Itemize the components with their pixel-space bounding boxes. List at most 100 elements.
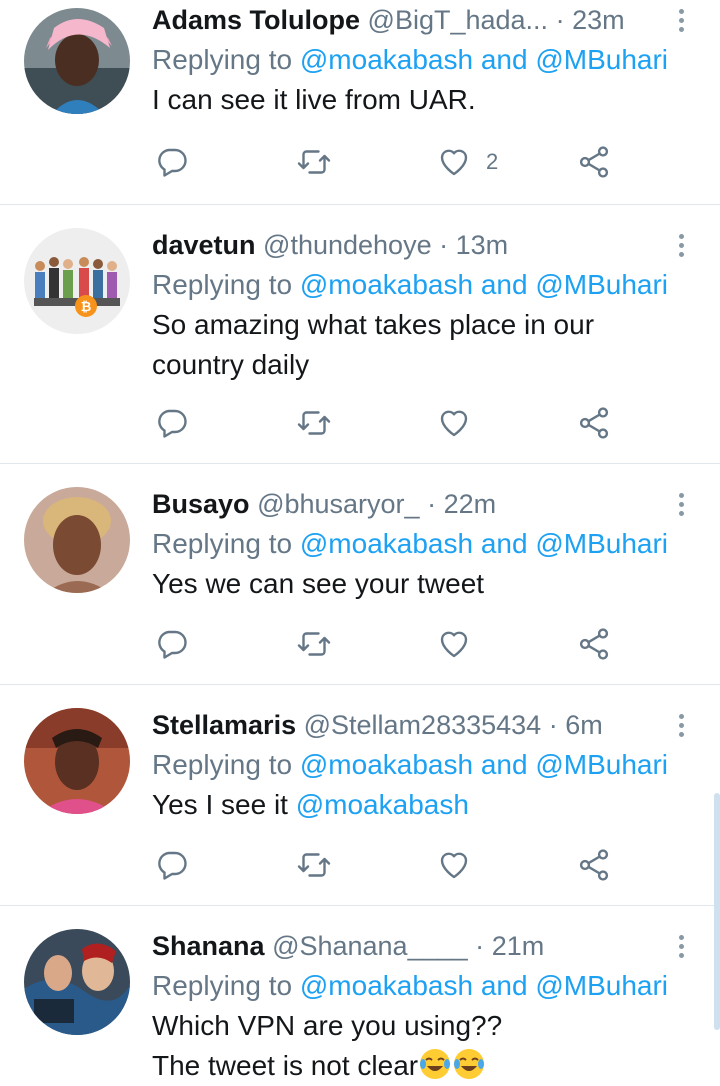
share-button[interactable] [576,403,612,443]
mention-conjunction[interactable]: and [481,970,528,1001]
tweet-card[interactable]: Shanana @Shanana____ · 21m Replying to @… [0,906,720,1086]
replying-prefix: Replying to [152,528,293,559]
tweet-header: Shanana @Shanana____ · 21m [152,926,700,966]
share-button[interactable] [576,624,612,664]
mention-link[interactable]: @MBuhari [535,528,668,559]
display-name[interactable]: Adams Tolulope [152,5,360,35]
reply-button[interactable] [154,624,190,664]
tweet-text-line: Yes we can see your tweet [152,568,485,599]
mention-link[interactable]: @moakabash [300,970,473,1001]
user-handle[interactable]: @Shanana____ [272,931,468,961]
retweet-button[interactable] [296,845,332,885]
reply-button[interactable] [154,403,190,443]
mention-link[interactable]: @moakabash [296,789,469,820]
retweet-button[interactable] [296,624,332,664]
separator-dot: · [555,5,565,35]
reply-button[interactable] [154,142,190,182]
svg-text:₿: ₿ [81,300,92,315]
more-vertical-icon[interactable] [676,714,686,741]
reply-icon [158,851,187,880]
replying-prefix: Replying to [152,44,293,75]
mention-link[interactable]: @MBuhari [535,970,668,1001]
heart-icon [440,852,468,879]
scrollbar[interactable] [714,793,720,1030]
action-bar: 2 [152,142,632,182]
tweet-card[interactable]: Busayo @bhusaryor_ · 22m Replying to @mo… [0,464,720,685]
avatar-photo-icon [24,8,130,114]
display-name[interactable]: davetun [152,230,256,260]
user-handle[interactable]: @Stellam28335434 [304,710,542,740]
mention-conjunction[interactable]: and [481,749,528,780]
like-button[interactable]: 2 [436,142,498,182]
tweet-text: Yes I see it @moakabash [152,785,700,825]
avatar[interactable] [24,929,130,1035]
mention-link[interactable]: @MBuhari [535,269,668,300]
heart-icon [440,149,468,176]
avatar-photo-icon [24,708,130,814]
tweet-text-line: Which VPN are you using?? [152,1010,503,1041]
heart-icon [440,410,468,437]
user-handle[interactable]: @bhusaryor_ [257,489,420,519]
timestamp[interactable]: 22m [444,489,497,519]
action-bar [152,624,632,664]
reply-button[interactable] [154,845,190,885]
more-vertical-icon[interactable] [676,935,686,962]
more-vertical-icon[interactable] [676,493,686,520]
user-handle[interactable]: @BigT_hada... [368,5,549,35]
mention-conjunction[interactable]: and [481,269,528,300]
mention-link[interactable]: @moakabash [300,528,473,559]
tweet-card[interactable]: Stellamaris @Stellam28335434 · 6m Replyi… [0,685,720,906]
share-icon [579,146,609,178]
mention-link[interactable]: @MBuhari [535,749,668,780]
mention-conjunction[interactable]: and [481,44,528,75]
retweet-icon [297,411,331,435]
replying-to: Replying to @moakabash and @MBuhari [152,265,700,305]
like-button[interactable] [436,845,472,885]
tweet-card[interactable]: ₿ davetun @thundehoye · 13m Replying to … [0,205,720,464]
avatar[interactable] [24,487,130,593]
mention-link[interactable]: @moakabash [300,44,473,75]
user-handle[interactable]: @thundehoye [263,230,432,260]
display-name[interactable]: Busayo [152,489,250,519]
retweet-button[interactable] [296,142,332,182]
mention-link[interactable]: @moakabash [300,749,473,780]
share-button[interactable] [576,845,612,885]
more-vertical-icon[interactable] [676,9,686,36]
display-name[interactable]: Stellamaris [152,710,296,740]
share-button[interactable] [576,142,612,182]
timestamp[interactable]: 23m [572,5,625,35]
retweet-button[interactable] [296,403,332,443]
reply-icon [158,630,187,659]
retweet-icon [297,632,331,656]
mention-link[interactable]: @moakabash [300,269,473,300]
timestamp[interactable]: 6m [565,710,603,740]
like-button[interactable] [436,403,472,443]
like-button[interactable] [436,624,472,664]
retweet-icon [297,150,331,174]
display-name[interactable]: Shanana [152,931,265,961]
tweet-card[interactable]: Adams Tolulope @BigT_hada... · 23m Reply… [0,0,720,205]
avatar-people-icon: ₿ [24,228,130,334]
avatar-photo-icon [24,929,130,1035]
avatar[interactable] [24,708,130,814]
replying-to: Replying to @moakabash and @MBuhari [152,40,700,80]
tweet-text-line-with-emoji: The tweet is not clear [152,1046,700,1086]
avatar[interactable]: ₿ [24,228,130,334]
replying-prefix: Replying to [152,970,293,1001]
tweet-header: Stellamaris @Stellam28335434 · 6m [152,705,700,745]
tweet-text-line: So amazing what takes place in our [152,309,595,340]
separator-dot: · [427,489,437,519]
mention-conjunction[interactable]: and [481,528,528,559]
more-vertical-icon[interactable] [676,234,686,261]
mention-link[interactable]: @MBuhari [535,44,668,75]
share-icon [579,628,609,660]
tweet-header: Adams Tolulope @BigT_hada... · 23m [152,0,700,40]
tweet-text-line: I can see it live from UAR. [152,84,476,115]
timestamp[interactable]: 13m [456,230,509,260]
like-count: 2 [486,149,499,174]
separator-dot: · [548,710,558,740]
reply-icon [158,409,187,438]
timestamp[interactable]: 21m [492,931,545,961]
avatar[interactable] [24,8,130,114]
tweet-text: So amazing what takes place in our count… [152,305,700,385]
